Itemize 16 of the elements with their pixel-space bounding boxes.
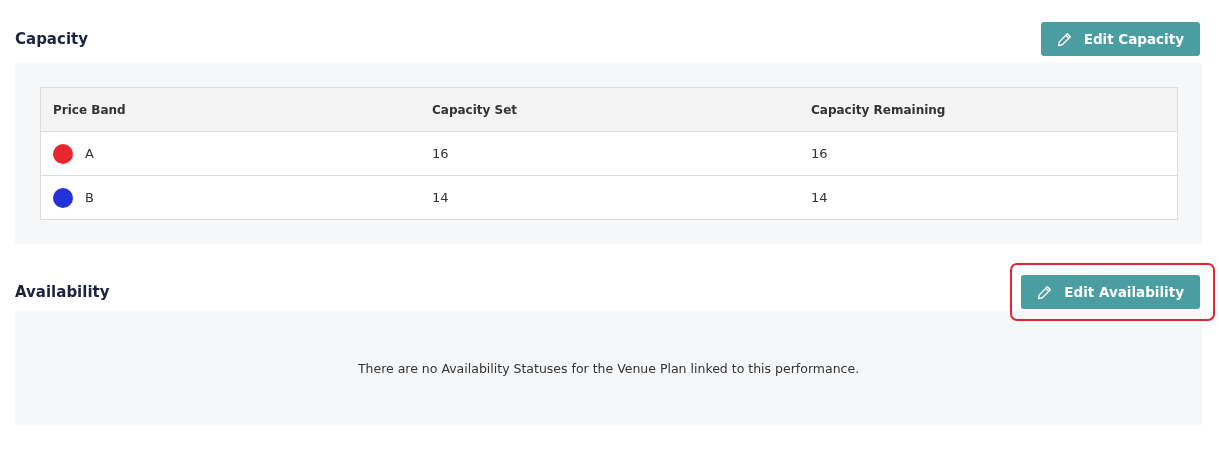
table-cell: B — [85, 190, 94, 205]
table-cell: A — [85, 146, 94, 161]
pencil-icon — [1056, 31, 1072, 47]
pencil-icon — [1037, 284, 1053, 300]
column-header: Capacity Set — [420, 87, 799, 132]
column-header: Price Band — [40, 87, 420, 132]
table-cell: 16 — [811, 146, 828, 161]
edit-button[interactable]: Edit Capacity — [1040, 22, 1200, 56]
table-cell: 16 — [432, 146, 449, 161]
column-header: Capacity Remaining — [799, 87, 1178, 132]
edit-button[interactable]: Edit Availability — [1021, 275, 1200, 309]
section-title: Capacity — [15, 30, 88, 48]
section-title: Availability — [15, 283, 110, 301]
table-cell: 14 — [432, 190, 449, 205]
table-cell: 14 — [811, 190, 828, 205]
empty-message: There are no Availability Statuses for the Venue Plan linked to this performance. — [357, 360, 860, 376]
